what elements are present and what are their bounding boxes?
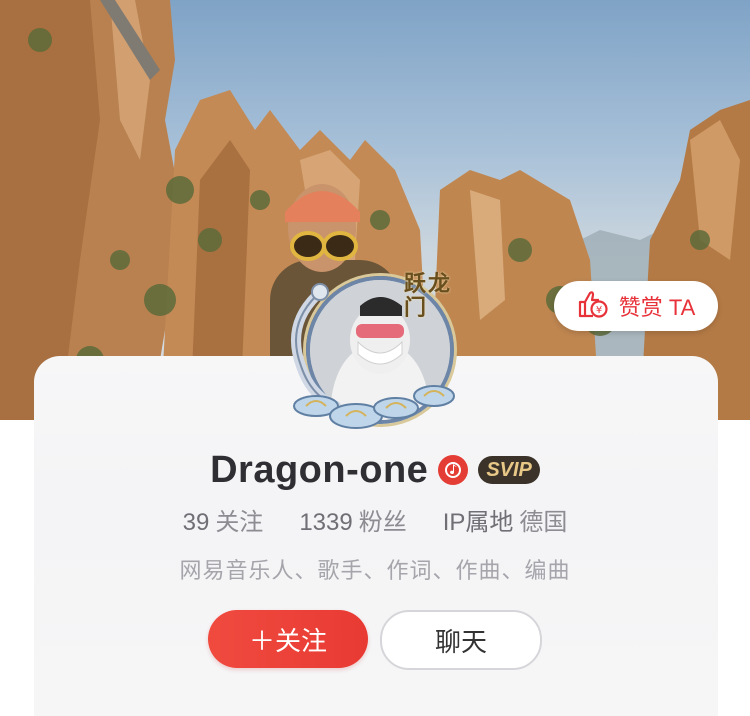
svip-badge-icon[interactable]: SVIP xyxy=(478,456,540,484)
thumb-coin-icon: ¥ xyxy=(577,289,609,324)
followers-stat[interactable]: 1339 粉丝 xyxy=(299,502,406,542)
followers-label: 粉丝 xyxy=(358,509,407,536)
ip-location: IP属地 德国 xyxy=(443,502,568,542)
music-note-badge-icon[interactable] xyxy=(438,455,469,485)
tip-button[interactable]: ¥ 赞赏 TA xyxy=(554,281,718,331)
tip-label: 赞赏 TA xyxy=(618,295,696,320)
followers-count: 1339 xyxy=(299,509,353,536)
following-label: 关注 xyxy=(215,509,264,536)
following-count: 39 xyxy=(182,509,210,536)
frame-title: 跃龙门 xyxy=(404,271,453,321)
svg-text:¥: ¥ xyxy=(596,305,602,316)
chat-button[interactable]: 聊天 xyxy=(380,610,542,670)
following-stat[interactable]: 39 关注 xyxy=(183,502,264,542)
stats-row: 39 关注 1339 粉丝 IP属地 德国 xyxy=(0,502,750,542)
ip-value: 德国 xyxy=(519,509,568,536)
action-buttons: ＋关注 聊天 xyxy=(0,610,750,670)
ip-label: IP属地 xyxy=(442,509,514,536)
follow-button[interactable]: ＋关注 xyxy=(208,610,368,668)
bio-text: 网易音乐人、歌手、作词、作曲、编曲 xyxy=(179,558,571,583)
user-name: Dragon-one xyxy=(210,448,429,491)
name-row: Dragon-one SVIP xyxy=(0,444,750,496)
